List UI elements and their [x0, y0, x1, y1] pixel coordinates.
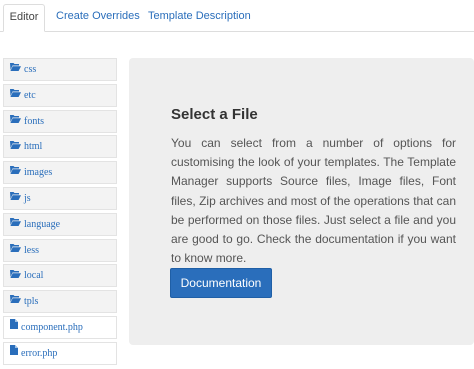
tree-item-label: html — [24, 141, 43, 153]
folder-open-icon — [10, 136, 21, 157]
tab-create-overrides[interactable]: Create Overrides — [46, 4, 150, 32]
tree-item-label: etc — [24, 89, 36, 101]
tree-folder-less[interactable]: less — [3, 238, 117, 262]
tree-file-component-php[interactable]: component.php — [3, 315, 117, 339]
tree-item-label: tpls — [24, 296, 39, 308]
panel-title: Select a File — [171, 106, 258, 123]
tree-item-label: css — [24, 64, 37, 75]
folder-open-icon — [10, 161, 21, 182]
documentation-button[interactable]: Documentation — [170, 268, 272, 298]
tree-folder-css[interactable]: css — [3, 58, 117, 81]
folder-open-icon — [10, 84, 21, 105]
tree-item-label: less — [24, 244, 39, 256]
folder-open-icon — [10, 187, 21, 208]
tree-folder-fonts[interactable]: fonts — [3, 109, 117, 133]
template-editor: Editor Create Overrides Template Descrip… — [0, 0, 474, 369]
tree-item-label: error.php — [21, 347, 58, 359]
tree-item-label: images — [24, 167, 53, 179]
tab-template-description[interactable]: Template Description — [138, 4, 261, 32]
select-file-panel: Select a File You can select from a numb… — [129, 58, 474, 345]
folder-open-icon — [10, 110, 21, 131]
tree-folder-local[interactable]: local — [3, 264, 117, 288]
tree-file-error-php[interactable]: error.php — [3, 341, 117, 365]
tree-item-label: fonts — [24, 115, 44, 127]
tree-folder-tpls[interactable]: tpls — [3, 290, 117, 314]
file-icon — [10, 342, 18, 363]
tree-folder-images[interactable]: images — [3, 161, 117, 185]
tree-item-label: component.php — [21, 321, 83, 333]
folder-open-icon — [10, 239, 21, 260]
file-tree: css etc fonts html images js language le… — [3, 58, 117, 368]
panel-description: You can select from a number of options … — [171, 136, 456, 266]
tree-folder-language[interactable]: language — [3, 212, 117, 236]
tab-editor[interactable]: Editor — [3, 4, 45, 32]
tree-item-label: js — [24, 192, 31, 204]
tree-item-label: local — [24, 270, 44, 282]
folder-open-icon — [10, 213, 21, 234]
tree-item-label: language — [24, 218, 61, 230]
tab-bar: Editor Create Overrides Template Descrip… — [0, 0, 474, 32]
tree-folder-etc[interactable]: etc — [3, 83, 117, 107]
tree-folder-js[interactable]: js — [3, 186, 117, 210]
tree-folder-html[interactable]: html — [3, 135, 117, 159]
folder-open-icon — [10, 290, 21, 311]
folder-open-icon — [10, 265, 21, 286]
file-icon — [10, 316, 18, 337]
folder-open-icon — [10, 58, 21, 79]
